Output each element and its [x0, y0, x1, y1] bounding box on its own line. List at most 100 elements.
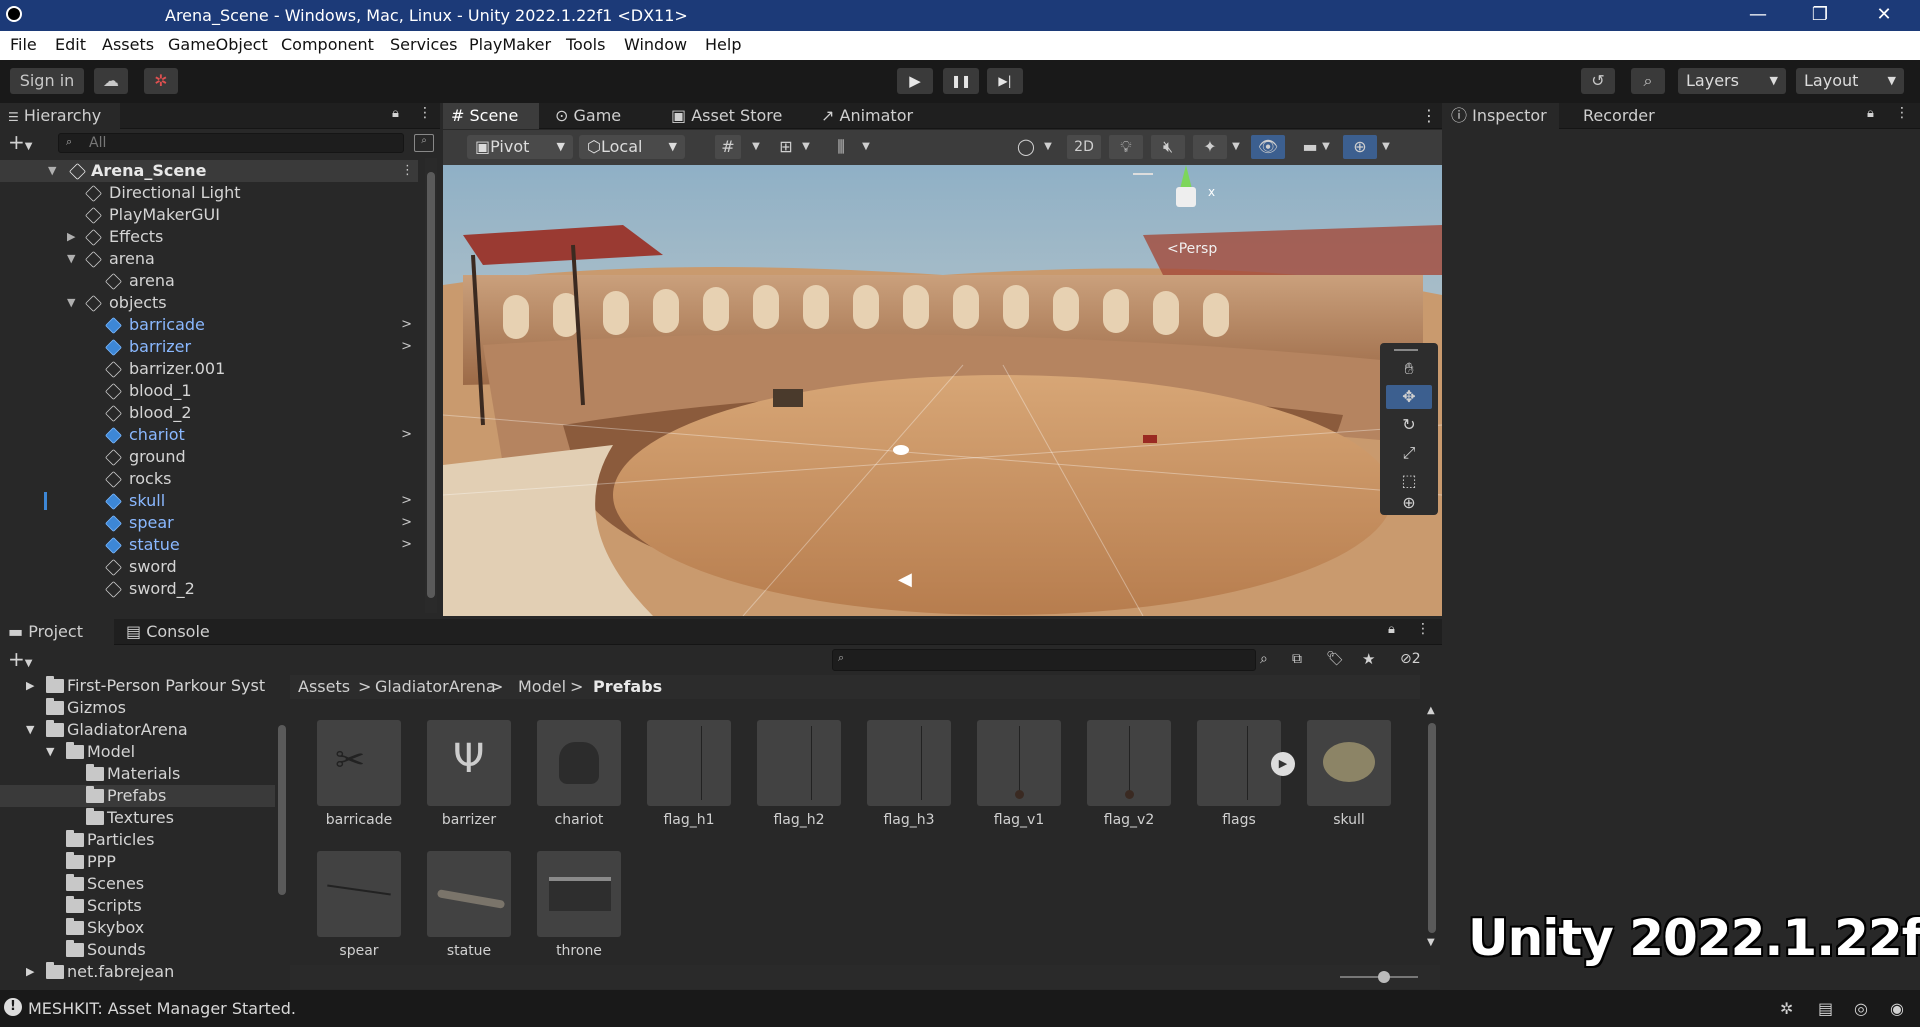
mode-2d-button[interactable]: 2D: [1067, 135, 1101, 159]
debug-bug-icon[interactable]: ✲: [1780, 999, 1793, 1018]
status-message[interactable]: MESHKIT: Asset Manager Started.: [28, 999, 296, 1018]
hierarchy-search-input[interactable]: All: [58, 133, 404, 153]
rotate-tool-icon[interactable]: ↻: [1386, 413, 1432, 437]
list-item[interactable]: statue >: [0, 534, 418, 556]
menu-assets[interactable]: Assets: [102, 35, 154, 54]
tab-console[interactable]: ▤ Console: [118, 619, 218, 645]
sign-in-button[interactable]: Sign in: [10, 68, 84, 94]
gizmo-center-icon[interactable]: [1176, 187, 1196, 207]
asset-grid-scrollbar[interactable]: ▲ ▼: [1426, 705, 1438, 953]
minimize-button[interactable]: —: [1738, 2, 1778, 28]
list-item[interactable]: ▶ net.fabrejean: [0, 961, 275, 983]
project-search-input[interactable]: [832, 649, 1256, 671]
collab-button[interactable]: ✲: [144, 68, 178, 94]
tab-game[interactable]: ⊙ Game: [547, 103, 633, 129]
favorite-star-icon[interactable]: ★: [1362, 650, 1375, 668]
list-item[interactable]: ▼ GladiatorArena: [0, 719, 275, 741]
tab-hierarchy[interactable]: ☰ Hierarchy: [0, 103, 120, 129]
list-item[interactable]: PlayMakerGUI: [0, 204, 418, 226]
list-item[interactable]: Textures: [0, 807, 275, 829]
chevron-up-icon[interactable]: ▲: [1427, 705, 1435, 716]
scrollbar-thumb[interactable]: [1428, 723, 1436, 933]
filter-type-icon[interactable]: ⧉: [1292, 651, 1302, 667]
asset-item[interactable]: flags ▶: [1183, 720, 1295, 850]
more-options-icon[interactable]: ⋮: [401, 160, 414, 182]
menu-edit[interactable]: Edit: [55, 35, 86, 54]
chevron-right-icon[interactable]: >: [401, 512, 412, 534]
list-item[interactable]: barrizer >: [0, 336, 418, 358]
hierarchy-scrollbar[interactable]: [425, 158, 437, 613]
list-item[interactable]: sword_2: [0, 578, 418, 600]
breadcrumb-item[interactable]: Assets: [298, 675, 350, 699]
chevron-right-icon[interactable]: >: [401, 336, 412, 358]
scene-search-icon[interactable]: ⌕: [414, 134, 434, 152]
breadcrumb-item[interactable]: Model: [518, 675, 566, 699]
list-item[interactable]: arena: [0, 270, 418, 292]
rect-tool-icon[interactable]: ⬚: [1386, 469, 1432, 493]
menu-tools[interactable]: Tools: [566, 35, 605, 54]
list-item[interactable]: ▼ objects: [0, 292, 418, 314]
hidden-packages-button[interactable]: ⊘2: [1400, 651, 1421, 667]
list-item[interactable]: blood_1: [0, 380, 418, 402]
menu-window[interactable]: Window: [624, 35, 687, 54]
list-item[interactable]: Sounds: [0, 939, 275, 961]
chevron-down-icon[interactable]: ▼: [853, 135, 879, 159]
asset-item[interactable]: skull: [1293, 720, 1393, 850]
lock-icon[interactable]: 🔒︎: [1225, 165, 1231, 169]
transform-tool-icon[interactable]: ⊕: [1386, 493, 1432, 513]
create-asset-button[interactable]: +▼: [8, 649, 32, 674]
label-icon[interactable]: 🏷︎: [1326, 651, 1344, 667]
pivot-dropdown[interactable]: ▣Pivot ▼: [467, 135, 573, 159]
layers-dropdown[interactable]: Layers ▼: [1678, 68, 1786, 94]
lock-icon[interactable]: 🔒︎: [392, 106, 399, 121]
menu-component[interactable]: Component: [281, 35, 374, 54]
list-item[interactable]: ▶ Effects: [0, 226, 418, 248]
chevron-down-icon[interactable]: ▼: [1373, 135, 1399, 159]
menu-file[interactable]: File: [10, 35, 37, 54]
lock-icon[interactable]: 🔒︎: [1867, 106, 1874, 121]
progress-icon[interactable]: ▤: [1818, 999, 1833, 1018]
asset-item[interactable]: flag_h3: [853, 720, 953, 850]
menu-services[interactable]: Services: [390, 35, 457, 54]
list-item[interactable]: Skybox: [0, 917, 275, 939]
lighting-icon[interactable]: 💡︎: [1109, 135, 1143, 159]
tab-asset-store[interactable]: ▣ Asset Store: [663, 103, 789, 129]
breadcrumb-item[interactable]: Prefabs: [593, 675, 662, 699]
scene-viewport[interactable]: ◀ y x <Persp 🔒︎ ✋︎ ✥ ↻ ⤢ ⬚ ⊕: [443, 165, 1442, 616]
lock-icon[interactable]: 🔒︎: [1388, 622, 1395, 637]
chevron-right-icon[interactable]: >: [401, 490, 412, 512]
asset-item[interactable]: flag_v2: [1073, 720, 1173, 850]
hidden-objects-icon[interactable]: 👁︎: [1251, 135, 1285, 159]
asset-item[interactable]: flag_h2: [743, 720, 843, 850]
chevron-down-icon[interactable]: ▼: [1427, 937, 1435, 948]
list-item[interactable]: spear >: [0, 512, 418, 534]
gizmo-y-axis-icon[interactable]: [1180, 165, 1192, 189]
list-item[interactable]: ▶ First-Person Parkour Syst: [0, 675, 275, 697]
scale-tool-icon[interactable]: ⤢: [1386, 441, 1432, 465]
asset-item[interactable]: flag_v1: [963, 720, 1063, 850]
move-tool-icon[interactable]: ✥: [1386, 385, 1432, 409]
list-item[interactable]: PPP: [0, 851, 275, 873]
list-item[interactable]: ground: [0, 446, 418, 468]
chevron-down-icon[interactable]: ▼: [793, 135, 819, 159]
gizmos-icon[interactable]: ⊕: [1343, 135, 1377, 159]
ruler-icon[interactable]: ⫼: [828, 135, 854, 159]
grid-snap-icon[interactable]: #: [715, 135, 741, 159]
layout-dropdown[interactable]: Layout ▼: [1796, 68, 1904, 94]
list-item[interactable]: Materials: [0, 763, 275, 785]
asset-item[interactable]: Ψbarrizer: [413, 720, 513, 850]
chevron-right-icon[interactable]: >: [401, 314, 412, 336]
step-button[interactable]: ▶|: [987, 68, 1023, 94]
folder-tree-scrollbar[interactable]: [276, 675, 288, 975]
list-item[interactable]: Directional Light: [0, 182, 418, 204]
list-item[interactable]: ▼ Arena_Scene ⋮: [0, 160, 418, 182]
pause-button[interactable]: ❚❚: [943, 68, 979, 94]
search-button[interactable]: ⌕: [1631, 68, 1665, 94]
zoom-slider-thumb[interactable]: [1378, 971, 1390, 983]
more-options-icon[interactable]: ⋮: [1421, 106, 1437, 125]
list-item[interactable]: blood_2: [0, 402, 418, 424]
list-item[interactable]: Scripts: [0, 895, 275, 917]
tab-inspector[interactable]: ⓘ Inspector: [1443, 103, 1559, 129]
list-item[interactable]: Gizmos: [0, 697, 275, 719]
audio-mute-icon[interactable]: 🔇︎: [1151, 135, 1185, 159]
